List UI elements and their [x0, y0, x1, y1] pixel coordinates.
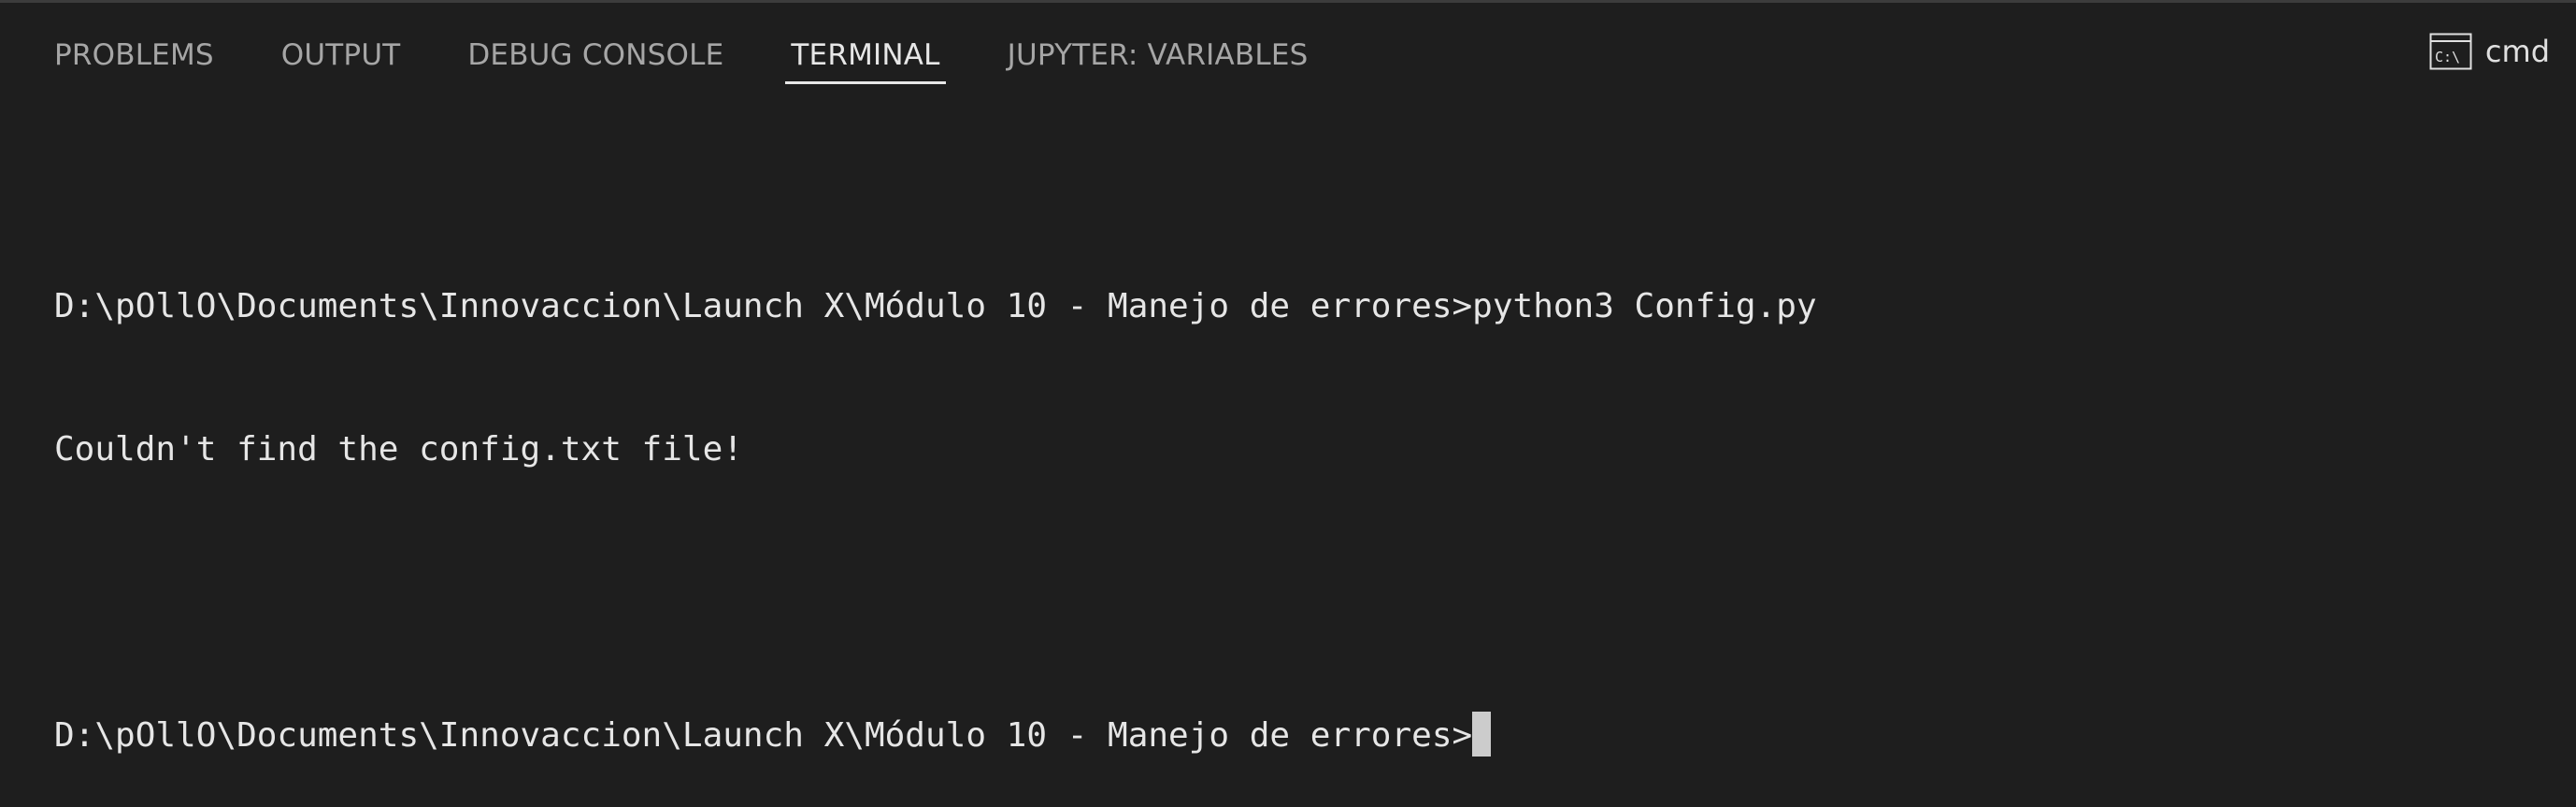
tab-output-label: OUTPUT — [280, 38, 401, 72]
tab-problems-label: PROBLEMS — [54, 38, 214, 72]
tab-debug-console-label: DEBUG CONSOLE — [467, 38, 724, 72]
tab-jupyter-variables-label: JUPYTER: VARIABLES — [1007, 38, 1309, 72]
shell-label: cmd — [2484, 34, 2550, 69]
terminal-cmd-icon-text: C:\ — [2435, 49, 2460, 65]
terminal-shell-selector[interactable]: C:\ cmd — [2429, 33, 2550, 70]
tab-jupyter-variables[interactable]: JUPYTER: VARIABLES — [1008, 3, 1309, 87]
terminal-line: Couldn't find the config.txt file! — [54, 430, 743, 468]
terminal-prompt-line: D:\pOllO\Documents\Innovaccion\Launch X\… — [54, 712, 1817, 759]
tab-terminal-label: TERMINAL — [791, 38, 940, 72]
terminal-cursor — [1472, 712, 1492, 757]
terminal-cmd-icon: C:\ — [2429, 33, 2472, 70]
tab-debug-console[interactable]: DEBUG CONSOLE — [467, 3, 723, 87]
terminal-output[interactable]: D:\pOllO\Documents\Innovaccion\Launch X\… — [54, 187, 1817, 807]
terminal-prompt: D:\pOllO\Documents\Innovaccion\Launch X\… — [54, 716, 1473, 755]
active-tab-indicator — [785, 81, 946, 84]
tab-output[interactable]: OUTPUT — [281, 3, 401, 87]
terminal-line: D:\pOllO\Documents\Innovaccion\Launch X\… — [54, 287, 1817, 325]
tab-terminal[interactable]: TERMINAL — [785, 3, 946, 87]
panel-header: PROBLEMS OUTPUT DEBUG CONSOLE TERMINAL J… — [0, 3, 2576, 87]
panel-tabs: PROBLEMS OUTPUT DEBUG CONSOLE TERMINAL J… — [54, 3, 1309, 87]
tab-problems[interactable]: PROBLEMS — [54, 3, 214, 87]
